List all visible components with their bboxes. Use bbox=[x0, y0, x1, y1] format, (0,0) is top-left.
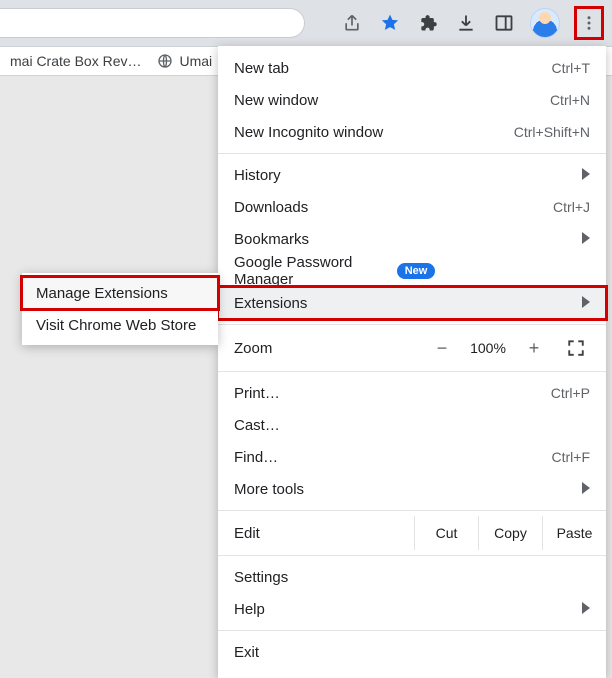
menu-bookmarks[interactable]: Bookmarks bbox=[218, 223, 606, 255]
menu-cast[interactable]: Cast… bbox=[218, 409, 606, 441]
menu-extensions[interactable]: Extensions bbox=[218, 287, 606, 319]
download-icon[interactable] bbox=[454, 11, 478, 35]
menu-new-window[interactable]: New window Ctrl+N bbox=[218, 84, 606, 116]
extensions-submenu: Manage Extensions Visit Chrome Web Store bbox=[22, 273, 218, 345]
edit-paste[interactable]: Paste bbox=[542, 516, 606, 550]
menu-password-manager[interactable]: Google Password Manager New bbox=[218, 255, 606, 287]
zoom-label: Zoom bbox=[234, 340, 412, 357]
menu-label: Settings bbox=[234, 569, 590, 586]
kebab-menu-highlight bbox=[574, 6, 604, 40]
edit-label: Edit bbox=[234, 525, 414, 542]
submenu-label: Visit Chrome Web Store bbox=[36, 317, 196, 334]
menu-zoom: Zoom − 100% + bbox=[218, 330, 606, 366]
menu-edit: Edit Cut Copy Paste bbox=[218, 516, 606, 550]
menu-label: Print… bbox=[234, 385, 551, 402]
edit-cut[interactable]: Cut bbox=[414, 516, 478, 550]
chevron-right-icon bbox=[582, 601, 590, 617]
menu-new-tab[interactable]: New tab Ctrl+T bbox=[218, 52, 606, 84]
zoom-out-button[interactable]: − bbox=[424, 334, 460, 362]
divider bbox=[218, 555, 606, 556]
main-menu: New tab Ctrl+T New window Ctrl+N New Inc… bbox=[218, 46, 606, 678]
menu-more-tools[interactable]: More tools bbox=[218, 473, 606, 505]
submenu-visit-web-store[interactable]: Visit Chrome Web Store bbox=[22, 309, 218, 341]
menu-label: More tools bbox=[234, 481, 582, 498]
menu-label: Bookmarks bbox=[234, 231, 582, 248]
divider bbox=[218, 630, 606, 631]
chevron-right-icon bbox=[582, 167, 590, 183]
toolbar-icons bbox=[340, 0, 604, 46]
menu-label: Extensions bbox=[234, 295, 582, 312]
menu-shortcut: Ctrl+Shift+N bbox=[514, 124, 590, 140]
menu-print[interactable]: Print… Ctrl+P bbox=[218, 377, 606, 409]
menu-label: New Incognito window bbox=[234, 124, 514, 141]
menu-label: Help bbox=[234, 601, 582, 618]
menu-downloads[interactable]: Downloads Ctrl+J bbox=[218, 191, 606, 223]
menu-new-incognito[interactable]: New Incognito window Ctrl+Shift+N bbox=[218, 116, 606, 148]
menu-shortcut: Ctrl+J bbox=[553, 199, 590, 215]
divider bbox=[218, 371, 606, 372]
edit-copy[interactable]: Copy bbox=[478, 516, 542, 550]
address-bar[interactable] bbox=[0, 8, 305, 38]
zoom-in-button[interactable]: + bbox=[516, 334, 552, 362]
globe-icon bbox=[157, 53, 173, 69]
kebab-icon[interactable] bbox=[580, 11, 598, 35]
chevron-right-icon bbox=[582, 481, 590, 497]
avatar-icon[interactable] bbox=[530, 8, 560, 38]
menu-exit[interactable]: Exit bbox=[218, 636, 606, 668]
sidepanel-icon[interactable] bbox=[492, 11, 516, 35]
menu-label: New window bbox=[234, 92, 550, 109]
menu-label: New tab bbox=[234, 60, 552, 77]
fullscreen-icon[interactable] bbox=[562, 334, 590, 362]
menu-history[interactable]: History bbox=[218, 159, 606, 191]
menu-shortcut: Ctrl+F bbox=[552, 449, 591, 465]
submenu-manage-extensions[interactable]: Manage Extensions bbox=[22, 277, 218, 309]
menu-find[interactable]: Find… Ctrl+F bbox=[218, 441, 606, 473]
menu-shortcut: Ctrl+P bbox=[551, 385, 590, 401]
bookmark-label: mai Crate Box Rev… bbox=[10, 53, 141, 69]
star-icon[interactable] bbox=[378, 11, 402, 35]
menu-label: Exit bbox=[234, 644, 590, 661]
menu-label: Downloads bbox=[234, 199, 553, 216]
divider bbox=[218, 153, 606, 154]
bookmark-item[interactable]: mai Crate Box Rev… bbox=[10, 53, 141, 69]
chevron-right-icon bbox=[582, 295, 590, 311]
bookmark-label: Umai bbox=[179, 53, 212, 69]
puzzle-icon[interactable] bbox=[416, 11, 440, 35]
toolbar bbox=[0, 0, 612, 46]
divider bbox=[218, 324, 606, 325]
menu-label: History bbox=[234, 167, 582, 184]
zoom-value: 100% bbox=[460, 340, 516, 356]
new-badge: New bbox=[397, 263, 436, 279]
menu-label: Find… bbox=[234, 449, 552, 466]
menu-settings[interactable]: Settings bbox=[218, 561, 606, 593]
share-icon[interactable] bbox=[340, 11, 364, 35]
submenu-label: Manage Extensions bbox=[36, 285, 168, 302]
menu-shortcut: Ctrl+T bbox=[552, 60, 591, 76]
bookmark-item[interactable]: Umai bbox=[157, 53, 212, 69]
menu-label: Cast… bbox=[234, 417, 590, 434]
menu-shortcut: Ctrl+N bbox=[550, 92, 590, 108]
menu-label: Google Password Manager bbox=[234, 254, 389, 288]
chevron-right-icon bbox=[582, 231, 590, 247]
menu-help[interactable]: Help bbox=[218, 593, 606, 625]
divider bbox=[218, 510, 606, 511]
